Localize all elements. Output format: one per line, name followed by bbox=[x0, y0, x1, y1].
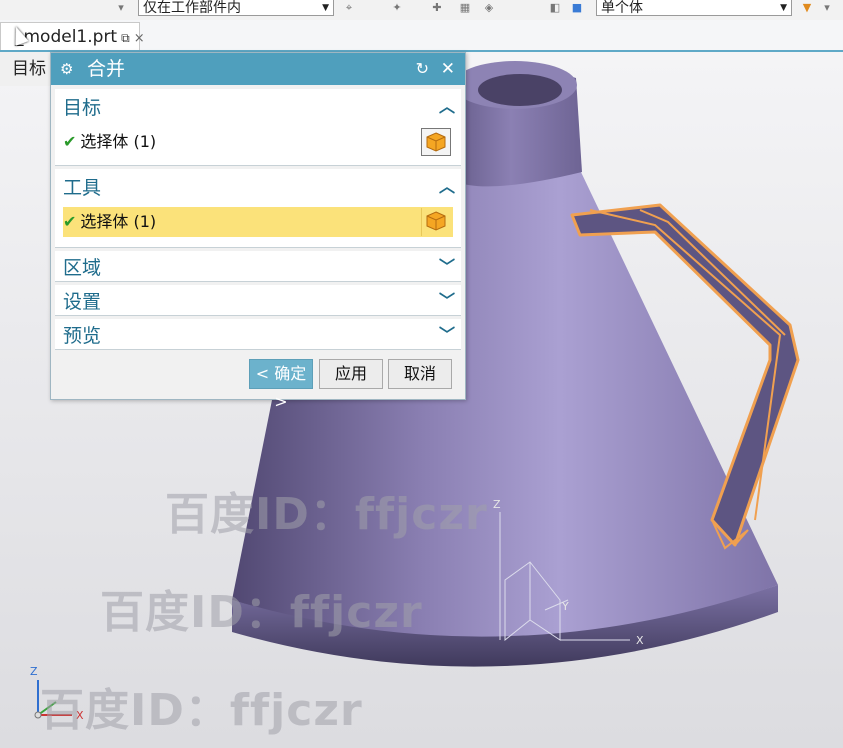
filter-icon[interactable]: ▼ bbox=[800, 2, 814, 14]
target-group: 目标 ︿ ✔ 选择体 (1) bbox=[55, 89, 461, 166]
watermark: 百度ID：ffjczr bbox=[100, 587, 423, 638]
tool-select-body-row[interactable]: ✔ 选择体 (1) bbox=[63, 207, 453, 237]
body-type-dropdown[interactable]: 单个体 ▼ bbox=[596, 0, 792, 16]
type-filter-label: 目标 bbox=[0, 52, 54, 86]
selection-scope-value: 仅在工作部件内 bbox=[143, 0, 241, 16]
select-body-button[interactable] bbox=[421, 208, 451, 236]
neck-opening bbox=[478, 74, 562, 106]
check-icon: ✔ bbox=[63, 212, 77, 231]
selection-scope-dropdown[interactable]: 仅在工作部件内 ▼ bbox=[138, 0, 334, 16]
dropdown-arrow-icon[interactable]: ▾ bbox=[820, 2, 834, 14]
target-group-header[interactable]: 目标 bbox=[63, 93, 101, 120]
tool-group-header[interactable]: 工具 bbox=[63, 173, 101, 200]
target-icon[interactable]: ✚ bbox=[430, 2, 444, 14]
wcs-y-label: Y bbox=[562, 600, 569, 613]
main-toolbar: ▾ 仅在工作部件内 ▼ ⌖ ✦ ✚ ▦ ◈ ◧ ■ 单个体 ▼ ▼ ▾ bbox=[0, 0, 843, 21]
dropdown-arrow-icon[interactable]: ▾ bbox=[114, 2, 128, 14]
unite-dialog: ⚙ 合并 ↻ ✕ 目标 ︿ ✔ 选择体 (1) 工具 ︿ ✔ 选择体 (1) 区域 … bbox=[50, 52, 466, 411]
wcs-z-label: Z bbox=[493, 498, 501, 511]
settings-group[interactable]: 设置 ﹀ bbox=[55, 285, 461, 316]
wcs-x-label: X bbox=[636, 634, 644, 647]
check-icon: ✔ bbox=[63, 132, 77, 151]
region-group[interactable]: 区域 ﹀ bbox=[55, 251, 461, 282]
settings-group-header[interactable]: 设置 bbox=[63, 287, 101, 314]
chevron-down-icon: ▼ bbox=[322, 3, 329, 13]
body-type-value: 单个体 bbox=[601, 0, 643, 16]
chevron-down-icon[interactable]: ﹀ bbox=[439, 253, 455, 277]
watermark: 百度ID：ffjczr bbox=[165, 489, 488, 540]
document-tabs: _model1.prt ⧉ × bbox=[0, 20, 843, 52]
cancel-button[interactable]: 取消 bbox=[388, 359, 452, 389]
select-body-button[interactable] bbox=[421, 128, 451, 156]
snap-icon[interactable]: ⌖ bbox=[342, 2, 356, 14]
watermark: 百度ID：ffjczr bbox=[40, 685, 363, 736]
ok-button[interactable]: < 确定 > bbox=[249, 359, 313, 411]
target-select-body-row[interactable]: ✔ 选择体 (1) bbox=[63, 127, 453, 157]
dialog-title-bar[interactable]: ⚙ 合并 ↻ ✕ bbox=[51, 53, 465, 85]
chevron-up-icon[interactable]: ︿ bbox=[439, 93, 455, 117]
chevron-down-icon[interactable]: ﹀ bbox=[439, 321, 455, 345]
grid-icon[interactable]: ▦ bbox=[458, 2, 472, 14]
view-icon[interactable]: ◈ bbox=[482, 2, 496, 14]
cube-icon bbox=[426, 132, 446, 152]
corner-z-label: Z bbox=[30, 665, 38, 678]
chevron-up-icon[interactable]: ︿ bbox=[439, 173, 455, 197]
tool-group: 工具 ︿ ✔ 选择体 (1) bbox=[55, 169, 461, 248]
preview-group[interactable]: 预览 ﹀ bbox=[55, 319, 461, 350]
gear-icon[interactable]: ⚙ bbox=[60, 53, 73, 85]
cube-icon[interactable]: ◧ bbox=[548, 2, 562, 14]
solid-icon[interactable]: ■ bbox=[570, 2, 584, 14]
tool-select-body-label: 选择体 (1) bbox=[80, 212, 157, 231]
dialog-title: 合并 bbox=[87, 58, 126, 80]
reset-icon[interactable]: ↻ bbox=[416, 53, 429, 85]
cube-icon bbox=[426, 211, 446, 231]
pin-icon[interactable]: ⧉ bbox=[121, 31, 130, 45]
tab-title: _model1.prt bbox=[15, 27, 118, 47]
target-select-body-label: 选择体 (1) bbox=[80, 132, 157, 151]
region-group-header[interactable]: 区域 bbox=[63, 253, 101, 280]
apply-button[interactable]: 应用 bbox=[319, 359, 383, 389]
dialog-buttons: < 确定 > 应用 取消 bbox=[51, 357, 465, 411]
point-icon[interactable]: ✦ bbox=[390, 2, 404, 14]
close-icon[interactable]: × bbox=[134, 31, 145, 46]
chevron-down-icon[interactable]: ﹀ bbox=[439, 287, 455, 311]
chevron-down-icon: ▼ bbox=[780, 3, 787, 13]
preview-group-header[interactable]: 预览 bbox=[63, 321, 101, 348]
close-icon[interactable]: ✕ bbox=[441, 53, 455, 85]
